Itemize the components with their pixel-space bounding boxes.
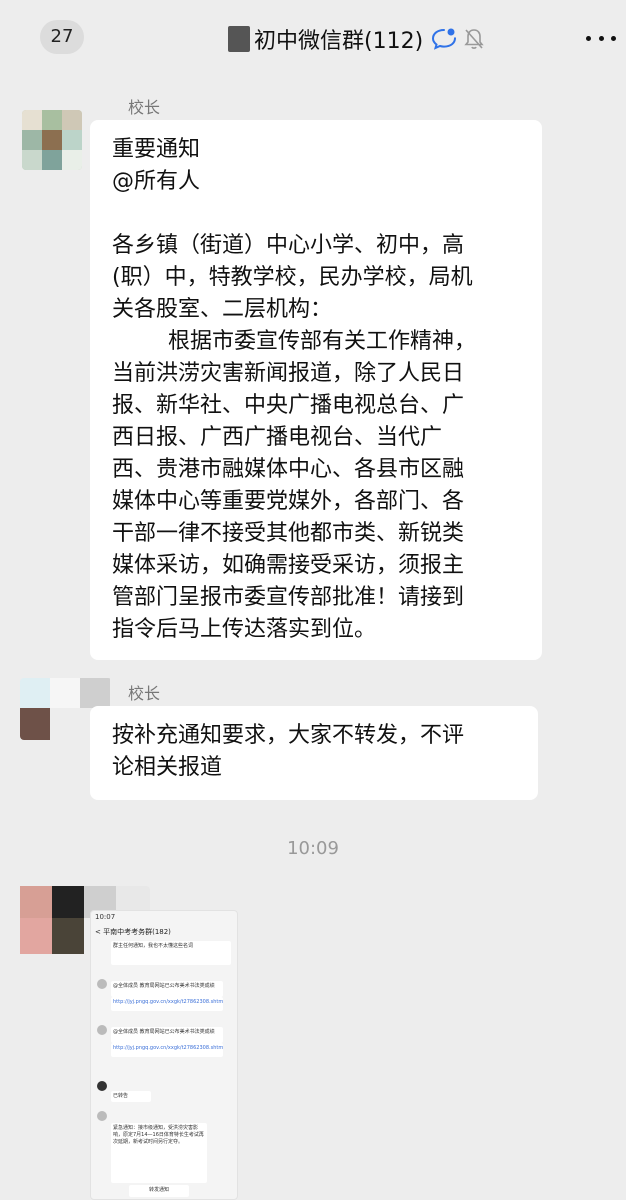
screenshot-status-time: 10:07: [95, 913, 116, 921]
chat-bubble-icon: [432, 28, 457, 50]
message-line: (职）中，特教学校，民办学校，局机: [112, 265, 473, 290]
screenshot-item: @全体成员 教育局网站已公布美术书法类成绩: [111, 981, 223, 997]
message-line: 报、新华社、中央广播电视总台、广: [112, 393, 465, 418]
more-icon[interactable]: [586, 26, 616, 50]
message-line: 当前洪涝灾害新闻报道，除了人民日: [112, 361, 465, 386]
screenshot-avatar: [97, 979, 107, 989]
message-line: 西日报、广西广播电视台、当代广: [112, 425, 443, 450]
screenshot-item: 紧急通知：接市级通知，受洪涝灾害影响，原定7月14—16日体育特长生考试再次延期…: [111, 1123, 207, 1183]
message-line: 西、贵港市融媒体中心、各县市区融: [112, 457, 465, 482]
message-line: 媒体采访，如确需接受采访，须报主: [112, 553, 465, 578]
message-line: 根据市委宣传部有关工作精神，: [112, 329, 476, 354]
chat-header: 27 初中微信群(112): [0, 0, 626, 80]
redaction-mark: [228, 26, 250, 52]
sender-name: 校长: [128, 98, 161, 117]
screenshot-item: 已转告: [111, 1091, 151, 1102]
screenshot-chat-title: < 平南中考考务群(182): [95, 928, 171, 936]
message-line: @所有人: [112, 169, 201, 194]
message-timestamp: 10:09: [287, 838, 339, 859]
message-line: 各乡镇（街道）中心小学、初中，高: [112, 233, 465, 258]
avatar[interactable]: [22, 110, 82, 170]
screenshot-image-message[interactable]: 10:07 < 平南中考考务群(182) 群主任何通知，我也不太懂这些名词 @全…: [90, 910, 238, 1200]
message-line: 重要通知: [112, 137, 201, 162]
message-line: 关各股室、二层机构：: [112, 297, 333, 322]
message-line: 论相关报道: [112, 755, 223, 780]
back-button-unread-count[interactable]: 27: [40, 20, 84, 54]
screenshot-item: 转发通知: [129, 1185, 189, 1197]
message-line: 媒体中心等重要党媒外，各部门、各: [112, 489, 465, 514]
chat-title-bar: 初中微信群(112): [228, 22, 485, 56]
screenshot-item: @全体成员 教育局网站已公布美术书法类成绩: [111, 1027, 223, 1043]
message-line: 干部一律不接受其他都市类、新锐类: [112, 521, 465, 546]
message-line: 管部门呈报市委宣传部批准！请接到: [112, 585, 465, 610]
message-line: 指令后马上传达落实到位。: [112, 617, 377, 642]
screenshot-avatar: [97, 1081, 107, 1091]
message-bubble[interactable]: 按补充通知要求，大家不转发，不评 论相关报道: [90, 706, 538, 800]
chat-title[interactable]: 初中微信群(112): [254, 23, 423, 55]
message-line: [112, 198, 520, 230]
message-bubble[interactable]: 重要通知 @所有人 各乡镇（街道）中心小学、初中，高 (职）中，特教学校，民办学…: [90, 120, 542, 660]
screenshot-link: http://jyj.pngq.gov.cn/xxgk/t27862308.sh…: [111, 997, 223, 1011]
screenshot-item: 群主任何通知，我也不太懂这些名词: [111, 941, 231, 965]
mute-bell-icon: [464, 29, 484, 49]
screenshot-avatar: [97, 1025, 107, 1035]
screenshot-avatar: [97, 1111, 107, 1121]
screenshot-link: http://jyj.pngq.gov.cn/xxgk/t27862308.sh…: [111, 1043, 223, 1057]
sender-name: 校长: [128, 684, 161, 703]
message-line: 按补充通知要求，大家不转发，不评: [112, 723, 465, 748]
